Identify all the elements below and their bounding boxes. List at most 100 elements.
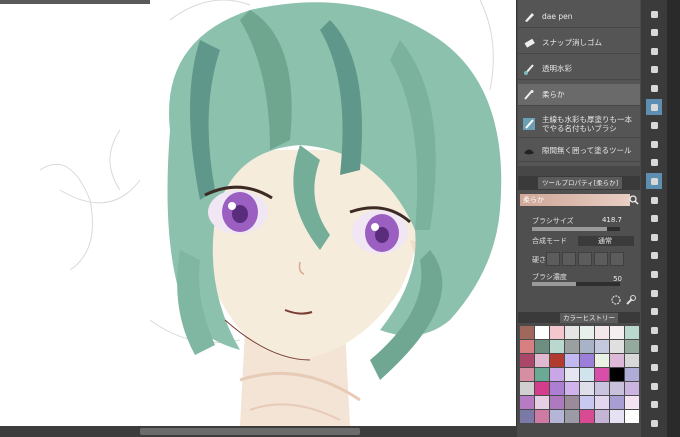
hardness-option-1[interactable] xyxy=(546,252,560,266)
move-icon[interactable] xyxy=(646,43,662,59)
brush-size-slider[interactable] xyxy=(532,227,620,231)
hardness-option-3[interactable] xyxy=(578,252,592,266)
color-swatch[interactable] xyxy=(595,354,609,367)
color-swatch[interactable] xyxy=(580,382,594,395)
zoom-icon[interactable] xyxy=(646,25,662,41)
magic-wand-icon[interactable] xyxy=(646,118,662,134)
subtool-item-dae-pen[interactable]: dae pen xyxy=(518,6,640,28)
color-swatch[interactable] xyxy=(520,340,534,353)
eyedropper-icon[interactable] xyxy=(646,80,662,96)
color-swatch[interactable] xyxy=(535,382,549,395)
horizontal-scrollbar[interactable] xyxy=(0,426,517,437)
hardness-option-5[interactable] xyxy=(610,252,624,266)
color-swatch[interactable] xyxy=(535,340,549,353)
tab-color-history[interactable]: カラーヒストリー xyxy=(560,313,618,323)
color-swatch[interactable] xyxy=(565,396,579,409)
color-swatch[interactable] xyxy=(580,354,594,367)
color-swatch[interactable] xyxy=(550,396,564,409)
brush-density-slider[interactable] xyxy=(532,282,620,286)
color-swatch[interactable] xyxy=(550,340,564,353)
color-swatch[interactable] xyxy=(610,382,624,395)
color-swatch[interactable] xyxy=(535,410,549,423)
color-swatch[interactable] xyxy=(580,368,594,381)
hardness-option-4[interactable] xyxy=(594,252,608,266)
color-swatch[interactable] xyxy=(565,354,579,367)
blend-mode-select[interactable]: 通常 xyxy=(578,236,634,246)
color-swatch[interactable] xyxy=(580,340,594,353)
gradient-tool-icon[interactable] xyxy=(646,285,662,301)
color-swatch[interactable] xyxy=(535,396,549,409)
text-tool-icon[interactable] xyxy=(646,359,662,375)
subtool-item-all-in-one-brush[interactable]: 主線も水彩も厚塗りも一本でやる名付もいブラシ xyxy=(518,110,640,138)
figure-tool-icon[interactable] xyxy=(646,304,662,320)
color-swatch[interactable] xyxy=(535,354,549,367)
color-swatch[interactable] xyxy=(610,410,624,423)
color-swatch[interactable] xyxy=(610,326,624,339)
line-correction-icon[interactable] xyxy=(646,397,662,413)
pencil-tool-icon[interactable] xyxy=(646,155,662,171)
subtool-item-enclose-fill[interactable]: 隙間無く囲って塗るツール xyxy=(518,140,640,162)
operation-icon[interactable] xyxy=(646,62,662,78)
eraser-tool-icon[interactable] xyxy=(646,229,662,245)
decoration-tool-icon[interactable] xyxy=(646,211,662,227)
color-swatch[interactable] xyxy=(535,368,549,381)
color-swatch[interactable] xyxy=(565,382,579,395)
hand-icon[interactable] xyxy=(646,6,662,22)
color-swatch[interactable] xyxy=(595,410,609,423)
color-swatch[interactable] xyxy=(595,340,609,353)
color-swatch[interactable] xyxy=(625,340,639,353)
color-swatch[interactable] xyxy=(625,354,639,367)
subtool-item-transparent-watercolor[interactable]: 透明水彩 xyxy=(518,58,640,80)
ruler-tool-icon[interactable] xyxy=(646,341,662,357)
airbrush-tool-icon[interactable] xyxy=(646,192,662,208)
color-swatch[interactable] xyxy=(580,410,594,423)
color-swatch[interactable] xyxy=(550,354,564,367)
color-swatch[interactable] xyxy=(565,326,579,339)
color-swatch[interactable] xyxy=(550,410,564,423)
color-swatch[interactable] xyxy=(595,368,609,381)
color-swatch[interactable] xyxy=(580,396,594,409)
color-swatch[interactable] xyxy=(520,354,534,367)
color-swatch[interactable] xyxy=(625,368,639,381)
pen-tool-icon[interactable] xyxy=(646,136,662,152)
color-swatch[interactable] xyxy=(520,326,534,339)
drawing-canvas[interactable] xyxy=(0,0,517,426)
frame-tool-icon[interactable] xyxy=(646,322,662,338)
color-swatch[interactable] xyxy=(610,354,624,367)
color-swatch[interactable] xyxy=(535,326,549,339)
color-swatch[interactable] xyxy=(595,326,609,339)
color-swatch-icon[interactable] xyxy=(646,415,662,431)
color-swatch[interactable] xyxy=(610,340,624,353)
reset-icon[interactable] xyxy=(610,294,622,306)
subtool-item-snap-eraser[interactable]: スナップ消しゴム xyxy=(518,32,640,54)
color-swatch[interactable] xyxy=(595,382,609,395)
brush-size-value[interactable]: 418.7 xyxy=(602,216,622,224)
color-swatch[interactable] xyxy=(625,382,639,395)
color-swatch[interactable] xyxy=(610,368,624,381)
color-swatch[interactable] xyxy=(520,382,534,395)
color-swatch[interactable] xyxy=(610,396,624,409)
color-swatch[interactable] xyxy=(520,396,534,409)
color-swatch[interactable] xyxy=(595,396,609,409)
color-swatch[interactable] xyxy=(565,410,579,423)
subtool-item-soft[interactable]: 柔らか xyxy=(518,84,640,106)
color-swatch[interactable] xyxy=(625,326,639,339)
color-swatch[interactable] xyxy=(565,340,579,353)
color-swatch[interactable] xyxy=(625,396,639,409)
color-swatch[interactable] xyxy=(565,368,579,381)
color-swatch[interactable] xyxy=(520,410,534,423)
fill-tool-icon[interactable] xyxy=(646,266,662,282)
tab-tool-property[interactable]: ツールプロパティ[柔らか] xyxy=(538,177,623,189)
color-swatch[interactable] xyxy=(625,410,639,423)
wrench-icon[interactable] xyxy=(625,294,637,306)
scrollbar-thumb[interactable] xyxy=(140,428,360,435)
color-swatch[interactable] xyxy=(550,326,564,339)
hardness-option-2[interactable] xyxy=(562,252,576,266)
selection-icon[interactable] xyxy=(646,99,662,115)
brush-tool-icon[interactable] xyxy=(646,173,662,190)
color-swatch[interactable] xyxy=(550,368,564,381)
blend-tool-icon[interactable] xyxy=(646,248,662,264)
balloon-tool-icon[interactable] xyxy=(646,378,662,394)
color-swatch[interactable] xyxy=(520,368,534,381)
search-icon[interactable] xyxy=(628,194,640,206)
